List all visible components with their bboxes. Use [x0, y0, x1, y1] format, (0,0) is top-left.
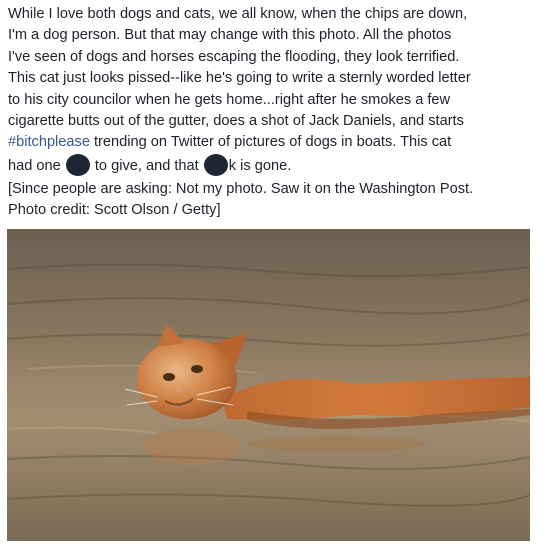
post-line-8-start: had one: [8, 157, 65, 174]
post-line-8-end: k is gone.: [228, 157, 292, 174]
swimming-cat-photo[interactable]: [7, 229, 530, 541]
post-line-2: I'm a dog person. But that may change wi…: [8, 27, 452, 44]
post-line-4: This cat just looks pissed--like he's go…: [8, 70, 471, 87]
redaction-circle-icon: [203, 153, 228, 176]
note-line-2: Photo credit: Scott Olson / Getty]: [8, 202, 221, 219]
post-line-7: #bitchplease trending on Twitter of pict…: [8, 132, 533, 153]
post-line-1: While I love both dogs and cats, we all …: [8, 6, 468, 22]
post-body-text: While I love both dogs and cats, we all …: [8, 4, 533, 176]
post-line-3: I've seen of dogs and horses escaping th…: [8, 48, 460, 65]
post-line-6: cigarette butts out of the gutter, does …: [8, 112, 464, 129]
note-line-1: [Since people are asking: Not my photo. …: [8, 181, 474, 197]
post-line-8: had one to give, and that k is gone.: [8, 153, 533, 176]
swimming-cat-image: [7, 229, 530, 541]
hashtag-link[interactable]: #bitchplease: [8, 134, 90, 150]
post-line-5: to his city councilor when he gets home.…: [8, 91, 451, 108]
post-line-7-text: trending on Twitter of pictures of dogs …: [89, 134, 452, 151]
facebook-post: While I love both dogs and cats, we all …: [0, 0, 539, 551]
redaction-circle-icon: [65, 153, 90, 176]
photo-credit-note: [Since people are asking: Not my photo. …: [8, 179, 473, 222]
post-line-8-middle: to give, and that: [90, 157, 203, 174]
